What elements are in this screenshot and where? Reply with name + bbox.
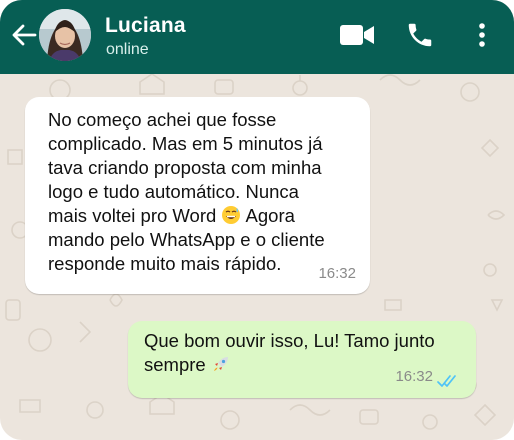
phone-icon [408,23,432,47]
back-arrow-icon [12,24,37,46]
outgoing-message[interactable]: Que bom ouvir isso, Lu! Tamo junto sempr… [128,321,476,398]
rocket-emoji [213,357,228,371]
chat-header: Luciana online [0,0,514,74]
voice-call-button[interactable] [404,18,436,52]
more-vertical-icon [479,23,485,47]
message-time: 16:32 [318,265,356,282]
video-camera-icon [340,25,374,45]
contact-name[interactable]: Luciana [105,14,186,38]
video-call-button[interactable] [338,20,376,50]
chat-screen: Luciana online No começo achei que fosse… [0,0,514,440]
contact-photo [39,9,91,61]
incoming-message[interactable]: No começo achei que fosse complicado. Ma… [25,97,370,294]
grinning-sweat-emoji [222,206,241,224]
contact-status: online [106,41,149,58]
message-text: No começo achei que fosse complicado. Ma… [48,108,366,276]
message-time: 16:32 [395,368,433,385]
double-check-icon [437,375,456,387]
contact-avatar[interactable] [39,9,91,61]
more-options-button[interactable] [472,18,492,52]
back-button[interactable] [10,20,38,50]
message-text-part: Que bom ouvir isso, Lu! Tamo junto sempr… [144,330,435,375]
